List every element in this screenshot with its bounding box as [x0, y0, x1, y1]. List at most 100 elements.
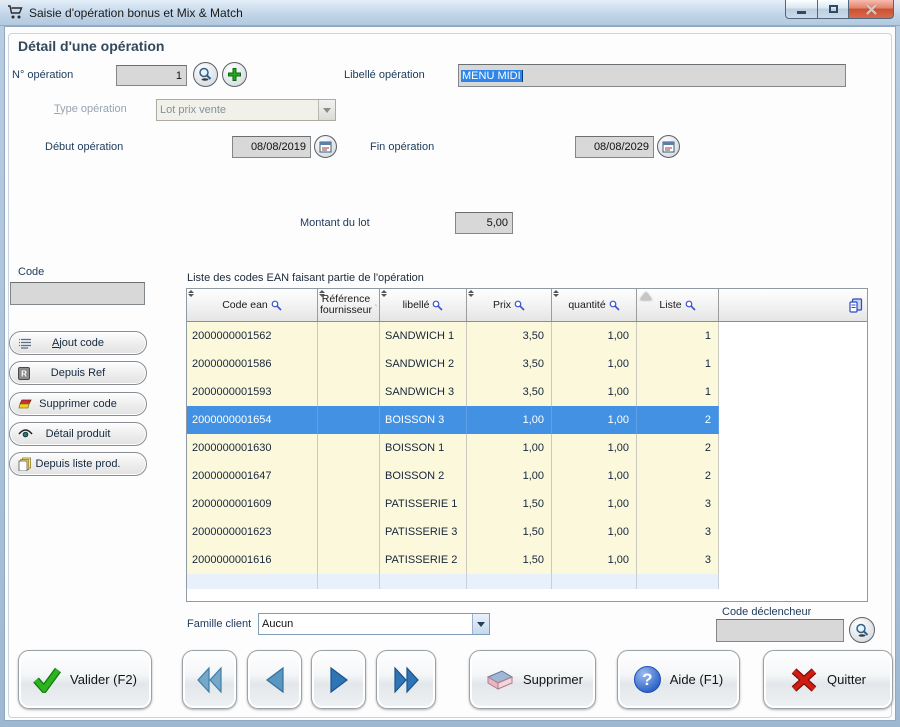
- table-cell: 1,50: [467, 490, 552, 518]
- table-cell: 1,00: [552, 518, 637, 546]
- end-date-calendar-button[interactable]: [657, 135, 680, 158]
- table-cell: SANDWICH 1: [380, 322, 467, 350]
- table-cell: 2: [637, 434, 719, 462]
- sort-icon: [188, 290, 194, 297]
- operation-label-label: Libellé opération: [344, 69, 425, 81]
- eraser-icon: [18, 399, 33, 410]
- table-cell: 1,50: [467, 518, 552, 546]
- quit-button[interactable]: Quitter: [763, 650, 893, 709]
- column-header-liste[interactable]: Liste: [637, 289, 719, 321]
- product-detail-button[interactable]: Détail produit: [9, 422, 147, 446]
- delete-label: Supprimer: [523, 672, 583, 687]
- table-row[interactable]: 2000000001609PATISSERIE 11,501,003: [187, 490, 867, 518]
- trigger-code-search-button[interactable]: [849, 617, 875, 643]
- table-cell: [318, 378, 380, 406]
- column-header-code-ean[interactable]: Code ean: [187, 289, 318, 321]
- table-cell: 3: [637, 490, 719, 518]
- table-row[interactable]: 2000000001593SANDWICH 33,501,001: [187, 378, 867, 406]
- validate-button[interactable]: Valider (F2): [18, 650, 152, 709]
- table-row[interactable]: 2000000001586SANDWICH 23,501,001: [187, 350, 867, 378]
- filter-search-icon: [685, 300, 696, 311]
- column-header-quantite[interactable]: quantité: [552, 289, 637, 321]
- table-row[interactable]: 2000000001562SANDWICH 13,501,001: [187, 322, 867, 350]
- from-ref-button[interactable]: R Depuis Ref: [9, 361, 147, 385]
- table-cell: SANDWICH 2: [380, 350, 467, 378]
- previous-record-button[interactable]: [247, 650, 302, 709]
- table-cell: [318, 406, 380, 434]
- next-record-button[interactable]: [311, 650, 366, 709]
- table-cell: 1,00: [552, 434, 637, 462]
- sort-icon: [553, 290, 559, 297]
- first-icon: [195, 665, 225, 695]
- table-cell: 2000000001654: [187, 406, 318, 434]
- add-operation-button[interactable]: [222, 62, 247, 87]
- start-date-calendar-button[interactable]: [314, 135, 337, 158]
- table-cell: 3: [637, 518, 719, 546]
- table-cell: 2000000001630: [187, 434, 318, 462]
- quit-label: Quitter: [827, 672, 866, 687]
- column-label: Référence fournisseur: [320, 294, 372, 316]
- table-cell: 2: [637, 462, 719, 490]
- table-cell: 1,00: [552, 378, 637, 406]
- column-header-reference-fournisseur[interactable]: Référence fournisseur: [318, 289, 380, 321]
- last-record-button[interactable]: [376, 650, 436, 709]
- sort-icon: [381, 290, 387, 297]
- table-row[interactable]: 2000000001630BOISSON 11,001,002: [187, 434, 867, 462]
- table-row[interactable]: 2000000001654BOISSON 31,001,002: [187, 406, 867, 434]
- column-header-prix[interactable]: Prix: [467, 289, 552, 321]
- table-cell: PATISSERIE 2: [380, 546, 467, 574]
- table-cell: 3: [637, 546, 719, 574]
- table-row[interactable]: 2000000001647BOISSON 21,001,002: [187, 462, 867, 490]
- title-bar[interactable]: Saisie d'opération bonus et Mix & Match: [0, 0, 900, 26]
- column-label: libellé: [403, 300, 430, 311]
- minimize-icon: [797, 11, 806, 14]
- search-icon: [855, 623, 870, 638]
- help-button[interactable]: ? Aide (F1): [617, 650, 740, 709]
- operation-number-field[interactable]: 1: [116, 65, 187, 86]
- section-title: Détail d'une opération: [18, 38, 164, 54]
- table-row[interactable]: 2000000001623PATISSERIE 31,501,003: [187, 518, 867, 546]
- table-cell: [719, 350, 867, 378]
- table-cell: PATISSERIE 3: [380, 518, 467, 546]
- first-record-button[interactable]: [182, 650, 237, 709]
- client-family-dropdown[interactable]: Aucun: [258, 613, 490, 635]
- from-product-list-button[interactable]: Depuis liste prod.: [9, 452, 147, 476]
- search-operation-button[interactable]: [193, 62, 218, 87]
- trigger-code-field[interactable]: [716, 619, 844, 642]
- table-caption: Liste des codes EAN faisant partie de l'…: [187, 272, 424, 284]
- table-cell: [719, 322, 867, 350]
- column-label: Prix: [493, 300, 511, 311]
- next-icon: [327, 665, 351, 695]
- code-field[interactable]: [10, 282, 145, 305]
- table-cell: BOISSON 2: [380, 462, 467, 490]
- calendar-icon: [319, 140, 332, 153]
- table-cell: 1,00: [552, 546, 637, 574]
- check-icon: [33, 667, 61, 693]
- table-cell: [318, 322, 380, 350]
- lot-amount-field[interactable]: 5,00: [455, 212, 513, 234]
- table-row[interactable]: 2000000001616PATISSERIE 21,501,003: [187, 546, 867, 574]
- table-cell: SANDWICH 3: [380, 378, 467, 406]
- table-cell: [719, 546, 867, 574]
- close-button[interactable]: [849, 0, 894, 19]
- add-code-button[interactable]: Ajout code: [9, 331, 147, 355]
- delete-code-button[interactable]: Supprimer code: [9, 392, 147, 416]
- maximize-button[interactable]: [818, 0, 849, 19]
- start-date-field[interactable]: 08/08/2019: [232, 136, 311, 158]
- table-cell: BOISSON 1: [380, 434, 467, 462]
- column-header-actions[interactable]: [719, 289, 867, 321]
- table-cell: [318, 490, 380, 518]
- validate-label: Valider (F2): [70, 672, 137, 687]
- operation-label-field[interactable]: MENU MIDI: [458, 64, 846, 87]
- selected-text: MENU MIDI: [461, 70, 523, 82]
- operation-type-dropdown[interactable]: Lot prix vente: [156, 99, 336, 121]
- minimize-button[interactable]: [785, 0, 818, 19]
- column-label: Code ean: [222, 300, 268, 311]
- cart-icon: [7, 5, 23, 20]
- ean-table: Code ean Référence fournisseur libellé P…: [186, 288, 868, 602]
- end-date-field[interactable]: 08/08/2029: [575, 136, 654, 158]
- column-header-libelle[interactable]: libellé: [380, 289, 467, 321]
- search-icon: [198, 67, 213, 82]
- delete-button[interactable]: Supprimer: [469, 650, 596, 709]
- table-cell: 2000000001562: [187, 322, 318, 350]
